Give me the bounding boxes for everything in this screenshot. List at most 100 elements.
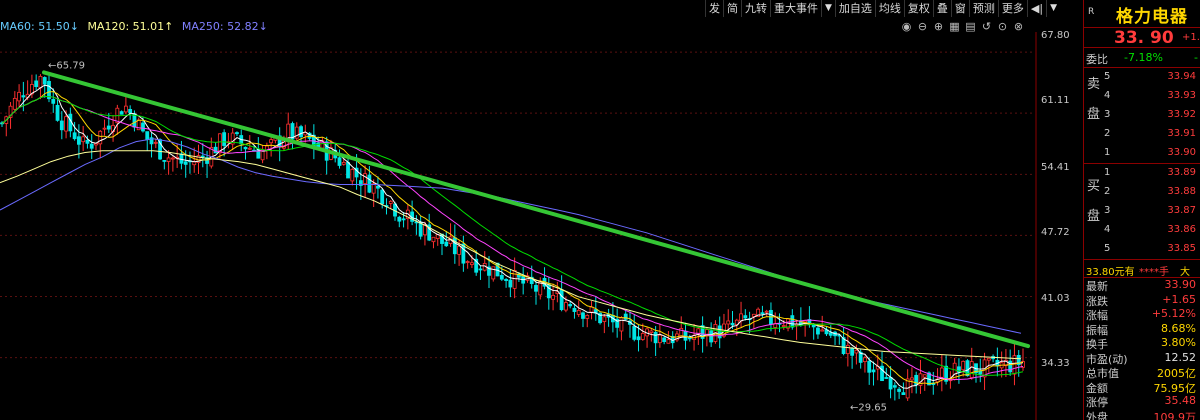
candle-body: [72, 132, 77, 140]
stats-value: 109.9万: [1153, 410, 1197, 420]
candle-body: [512, 270, 517, 289]
candle-body: [892, 385, 897, 388]
stats-key: 外盘: [1086, 410, 1108, 420]
toolbar-item-fa[interactable]: 发: [705, 0, 723, 17]
candle-body: [623, 313, 628, 320]
toolbar-item-forecast[interactable]: 预测: [968, 0, 998, 17]
y-axis-label: 34.33: [1041, 358, 1070, 369]
candle-body: [145, 131, 150, 140]
candle-body: [563, 302, 568, 311]
candle-body: [418, 221, 423, 237]
candle-body: [649, 330, 654, 333]
kline-chart[interactable]: ←65.79 ←29.65: [0, 32, 1040, 420]
toolbar-item-jiuzhuan[interactable]: 九转: [741, 0, 770, 17]
candle-body: [64, 116, 68, 132]
candle-body: [568, 303, 573, 307]
candle-body: [247, 147, 252, 150]
buy-row-3: 3 33.87: [1104, 205, 1196, 216]
candle-body: [657, 334, 662, 344]
candle-body: [901, 392, 906, 395]
candle-body: [337, 157, 342, 166]
toolbar-item-window[interactable]: 窗: [950, 0, 969, 17]
sell-row-4: 4 33.93: [1104, 90, 1196, 101]
candle-body: [538, 281, 543, 296]
toolbar-item-events[interactable]: 重大事件: [770, 0, 821, 17]
candle-body: [34, 80, 39, 88]
big-order-price: 33.80元有: [1086, 267, 1135, 278]
toolbar-item-ma[interactable]: 均线: [874, 0, 904, 17]
candle-body: [662, 337, 667, 342]
candle-body: [179, 153, 184, 164]
chevron-down-icon[interactable]: ▼: [821, 0, 835, 17]
candle-body: [559, 289, 564, 311]
stock-name[interactable]: 格力电器: [1116, 2, 1188, 27]
candle-body: [743, 315, 748, 319]
y-axis-label: 41.03: [1041, 293, 1070, 304]
candle-body: [470, 262, 474, 265]
stats-value: +5.12%: [1151, 307, 1196, 320]
candle-body: [89, 143, 94, 149]
weibi-pct: -7.18%: [1124, 51, 1163, 64]
candle-body: [884, 377, 889, 379]
last-price: 33. 90: [1114, 28, 1174, 48]
y-axis-label: 47.72: [1041, 227, 1070, 238]
candle-body: [551, 295, 555, 300]
candle-body: [213, 146, 218, 154]
candle-body: [81, 136, 86, 143]
candle-body: [863, 357, 867, 363]
candle-body: [55, 104, 60, 121]
candle-body: [986, 357, 991, 361]
candle-body: [192, 161, 197, 166]
candle-body: [170, 157, 175, 160]
toolbar-item-more[interactable]: 更多: [997, 0, 1027, 17]
candle-body: [581, 312, 585, 319]
stats-value: 12.52: [1164, 350, 1197, 364]
ma120-line: [0, 150, 1022, 360]
ma250-line: [0, 138, 1022, 334]
candle-body: [816, 327, 820, 335]
stats-row: 总市值 2005亿: [1084, 365, 1200, 380]
stats-value: 35.48: [1164, 394, 1197, 407]
chevron-down-icon[interactable]: ▼: [1046, 0, 1060, 17]
stats-value: 8.68%: [1161, 321, 1196, 335]
candle-body: [828, 332, 833, 336]
candle-body: [764, 310, 769, 313]
candle-body: [619, 317, 624, 332]
candle-body: [59, 120, 64, 131]
candle-body: [726, 320, 731, 325]
price-row: 33. 90 +1.6: [1084, 28, 1200, 48]
candle-body: [602, 316, 607, 322]
candle-body: [632, 326, 637, 340]
high-annotation: ←65.79: [48, 60, 85, 71]
big-order-volume: ****手: [1139, 267, 1169, 278]
big-order-tag: 大: [1180, 267, 1190, 278]
candle-body: [98, 130, 103, 145]
stock-header: R 格力电器: [1084, 0, 1200, 28]
candle-body: [457, 245, 462, 255]
candle-body: [499, 275, 504, 280]
candle-body: [17, 91, 21, 102]
toolbar-item-add-watch[interactable]: 加自选: [834, 0, 875, 17]
toolbar-item-overlay[interactable]: 叠: [932, 0, 951, 17]
play-back-icon[interactable]: ◀|: [1026, 0, 1046, 17]
candle-body: [363, 173, 368, 184]
candle-body: [38, 75, 43, 89]
weibi-diff: -: [1194, 51, 1198, 64]
stats-row: 涨幅 +5.12%: [1084, 307, 1200, 322]
candle-body: [465, 261, 470, 263]
candle-body: [683, 330, 688, 341]
stats-list: 最新 33.90 涨跌 +1.65 涨幅 +5.12% 振幅 8.68% 换手 3.80% 市盈(动…: [1084, 278, 1200, 420]
candle-body: [269, 139, 274, 144]
candle-body: [820, 329, 825, 332]
toolbar-item-jian[interactable]: 简: [723, 0, 741, 17]
y-axis-label: 67.80: [1041, 30, 1070, 41]
candle-body: [367, 174, 372, 193]
candle-body: [431, 236, 436, 243]
candle-body: [42, 77, 47, 85]
candle-body: [939, 367, 944, 378]
buy-row-5: 5 33.85: [1104, 243, 1196, 254]
toolbar-item-adjust[interactable]: 复权: [903, 0, 933, 17]
candle-body: [21, 95, 26, 98]
candle-body: [850, 348, 855, 356]
y-axis-label: 61.11: [1041, 95, 1070, 106]
